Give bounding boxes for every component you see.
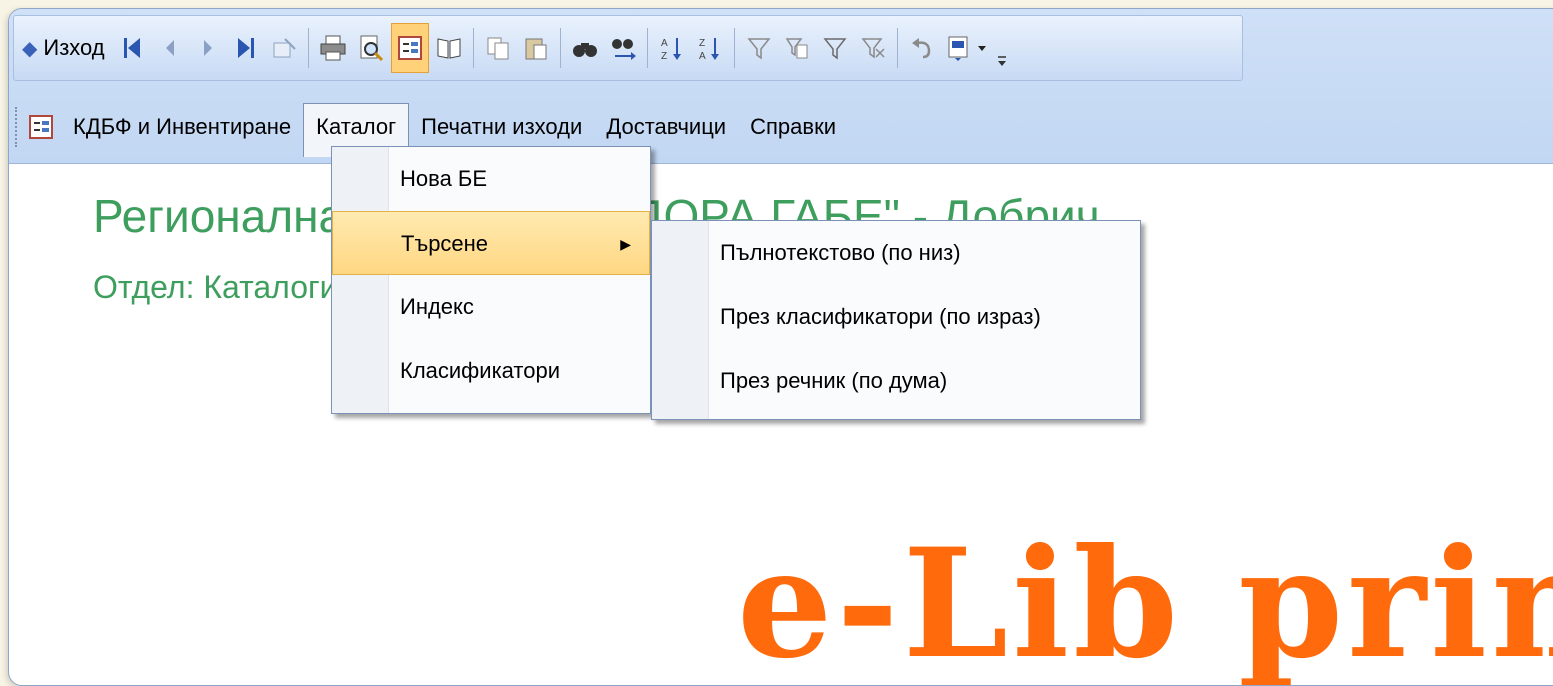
menu-item-dictionary-search[interactable]: През речник (по дума) — [652, 349, 1140, 413]
svg-text:Z: Z — [661, 51, 667, 62]
svg-text:Z: Z — [699, 38, 705, 49]
export-word-icon — [948, 36, 986, 61]
submenu-arrow-icon: ▶ — [620, 236, 631, 252]
new-record-icon — [273, 38, 296, 58]
menu-item-search[interactable]: Търсене ▶ — [332, 211, 650, 275]
find-next-icon — [611, 39, 636, 60]
book-button[interactable] — [431, 24, 467, 72]
apply-filter-button[interactable] — [817, 24, 853, 72]
first-record-icon — [123, 38, 140, 58]
find-button[interactable] — [567, 24, 603, 72]
menu-item-search-label: Търсене — [401, 231, 489, 256]
undo-icon — [911, 38, 930, 59]
svg-text:A: A — [661, 38, 668, 49]
print-preview-button[interactable] — [353, 24, 389, 72]
paste-icon — [525, 38, 547, 60]
undo-button[interactable] — [904, 24, 940, 72]
toolbar-overflow-button[interactable] — [995, 24, 1009, 72]
toolbar-separator — [307, 28, 309, 68]
toolbar-separator — [733, 28, 735, 68]
command-bars: ◆ Изход AZ ZA КДБФ и Инвентиране Каталог… — [9, 9, 1553, 164]
apply-filter-icon — [823, 38, 847, 60]
elib-prima-logo: e-Lib prima — [737, 516, 1553, 686]
form-menu-icon[interactable] — [21, 103, 61, 151]
prev-record-button[interactable] — [152, 24, 188, 72]
export-word-button[interactable] — [942, 24, 994, 72]
menu-kdbf[interactable]: КДБФ и Инвентиране — [61, 103, 303, 151]
form-icon — [29, 115, 53, 139]
menu-item-new-be[interactable]: Нова БЕ — [332, 147, 650, 211]
filter-by-selection-button[interactable] — [741, 24, 777, 72]
print-preview-icon — [360, 35, 383, 62]
toolbar-separator — [472, 28, 474, 68]
form-view-button[interactable] — [390, 23, 429, 73]
print-icon — [320, 35, 346, 61]
remove-filter-button[interactable] — [855, 24, 891, 72]
prev-record-icon — [165, 40, 174, 56]
next-record-icon — [203, 40, 212, 56]
sort-descending-button[interactable]: ZA — [692, 24, 728, 72]
toolbar: ◆ Изход AZ ZA — [13, 15, 1243, 81]
sort-asc-icon: AZ — [661, 38, 681, 62]
print-button[interactable] — [315, 24, 351, 72]
toolbar-separator — [559, 28, 561, 68]
toolbar-separator — [646, 28, 648, 68]
copy-button[interactable] — [480, 24, 516, 72]
exit-button[interactable]: ◆ Изход — [14, 22, 113, 74]
menu-item-classifier-search[interactable]: През класификатори (по израз) — [652, 285, 1140, 349]
find-next-button[interactable] — [605, 24, 641, 72]
book-icon — [437, 38, 461, 59]
next-record-button[interactable] — [190, 24, 226, 72]
menu-print-outputs[interactable]: Печатни изходи — [409, 103, 594, 151]
filter-by-form-icon — [785, 38, 808, 59]
back-arrow-icon: ◆ — [22, 37, 38, 60]
menu-item-index[interactable]: Индекс — [332, 275, 650, 339]
exit-label: Изход — [43, 35, 105, 60]
menu-suppliers[interactable]: Доставчици — [594, 103, 738, 151]
find-icon — [572, 43, 597, 57]
sort-ascending-button[interactable]: AZ — [654, 24, 690, 72]
menu-bar: КДБФ и Инвентиране Каталог Печатни изход… — [13, 99, 1553, 157]
new-record-button[interactable] — [266, 24, 302, 72]
menu-reports[interactable]: Справки — [738, 103, 848, 151]
first-record-button[interactable] — [114, 24, 150, 72]
last-record-button[interactable] — [228, 24, 264, 72]
filter-by-selection-icon — [747, 38, 771, 60]
paste-button[interactable] — [518, 24, 554, 72]
form-view-icon — [397, 36, 422, 60]
filter-by-form-button[interactable] — [779, 24, 815, 72]
remove-filter-icon — [861, 38, 885, 59]
copy-icon — [487, 37, 509, 60]
chevron-down-icon — [997, 56, 1006, 66]
last-record-icon — [237, 38, 254, 58]
search-submenu: Пълнотекстово (по низ) През класификатор… — [651, 220, 1141, 420]
menu-item-classifiers[interactable]: Класификатори — [332, 339, 650, 403]
svg-text:A: A — [699, 51, 706, 62]
menu-item-fulltext-search[interactable]: Пълнотекстово (по низ) — [652, 221, 1140, 285]
sort-desc-icon: ZA — [699, 38, 719, 62]
toolbar-separator — [896, 28, 898, 68]
catalog-dropdown-menu: Нова БЕ Търсене ▶ Индекс Класификатори — [331, 146, 651, 414]
